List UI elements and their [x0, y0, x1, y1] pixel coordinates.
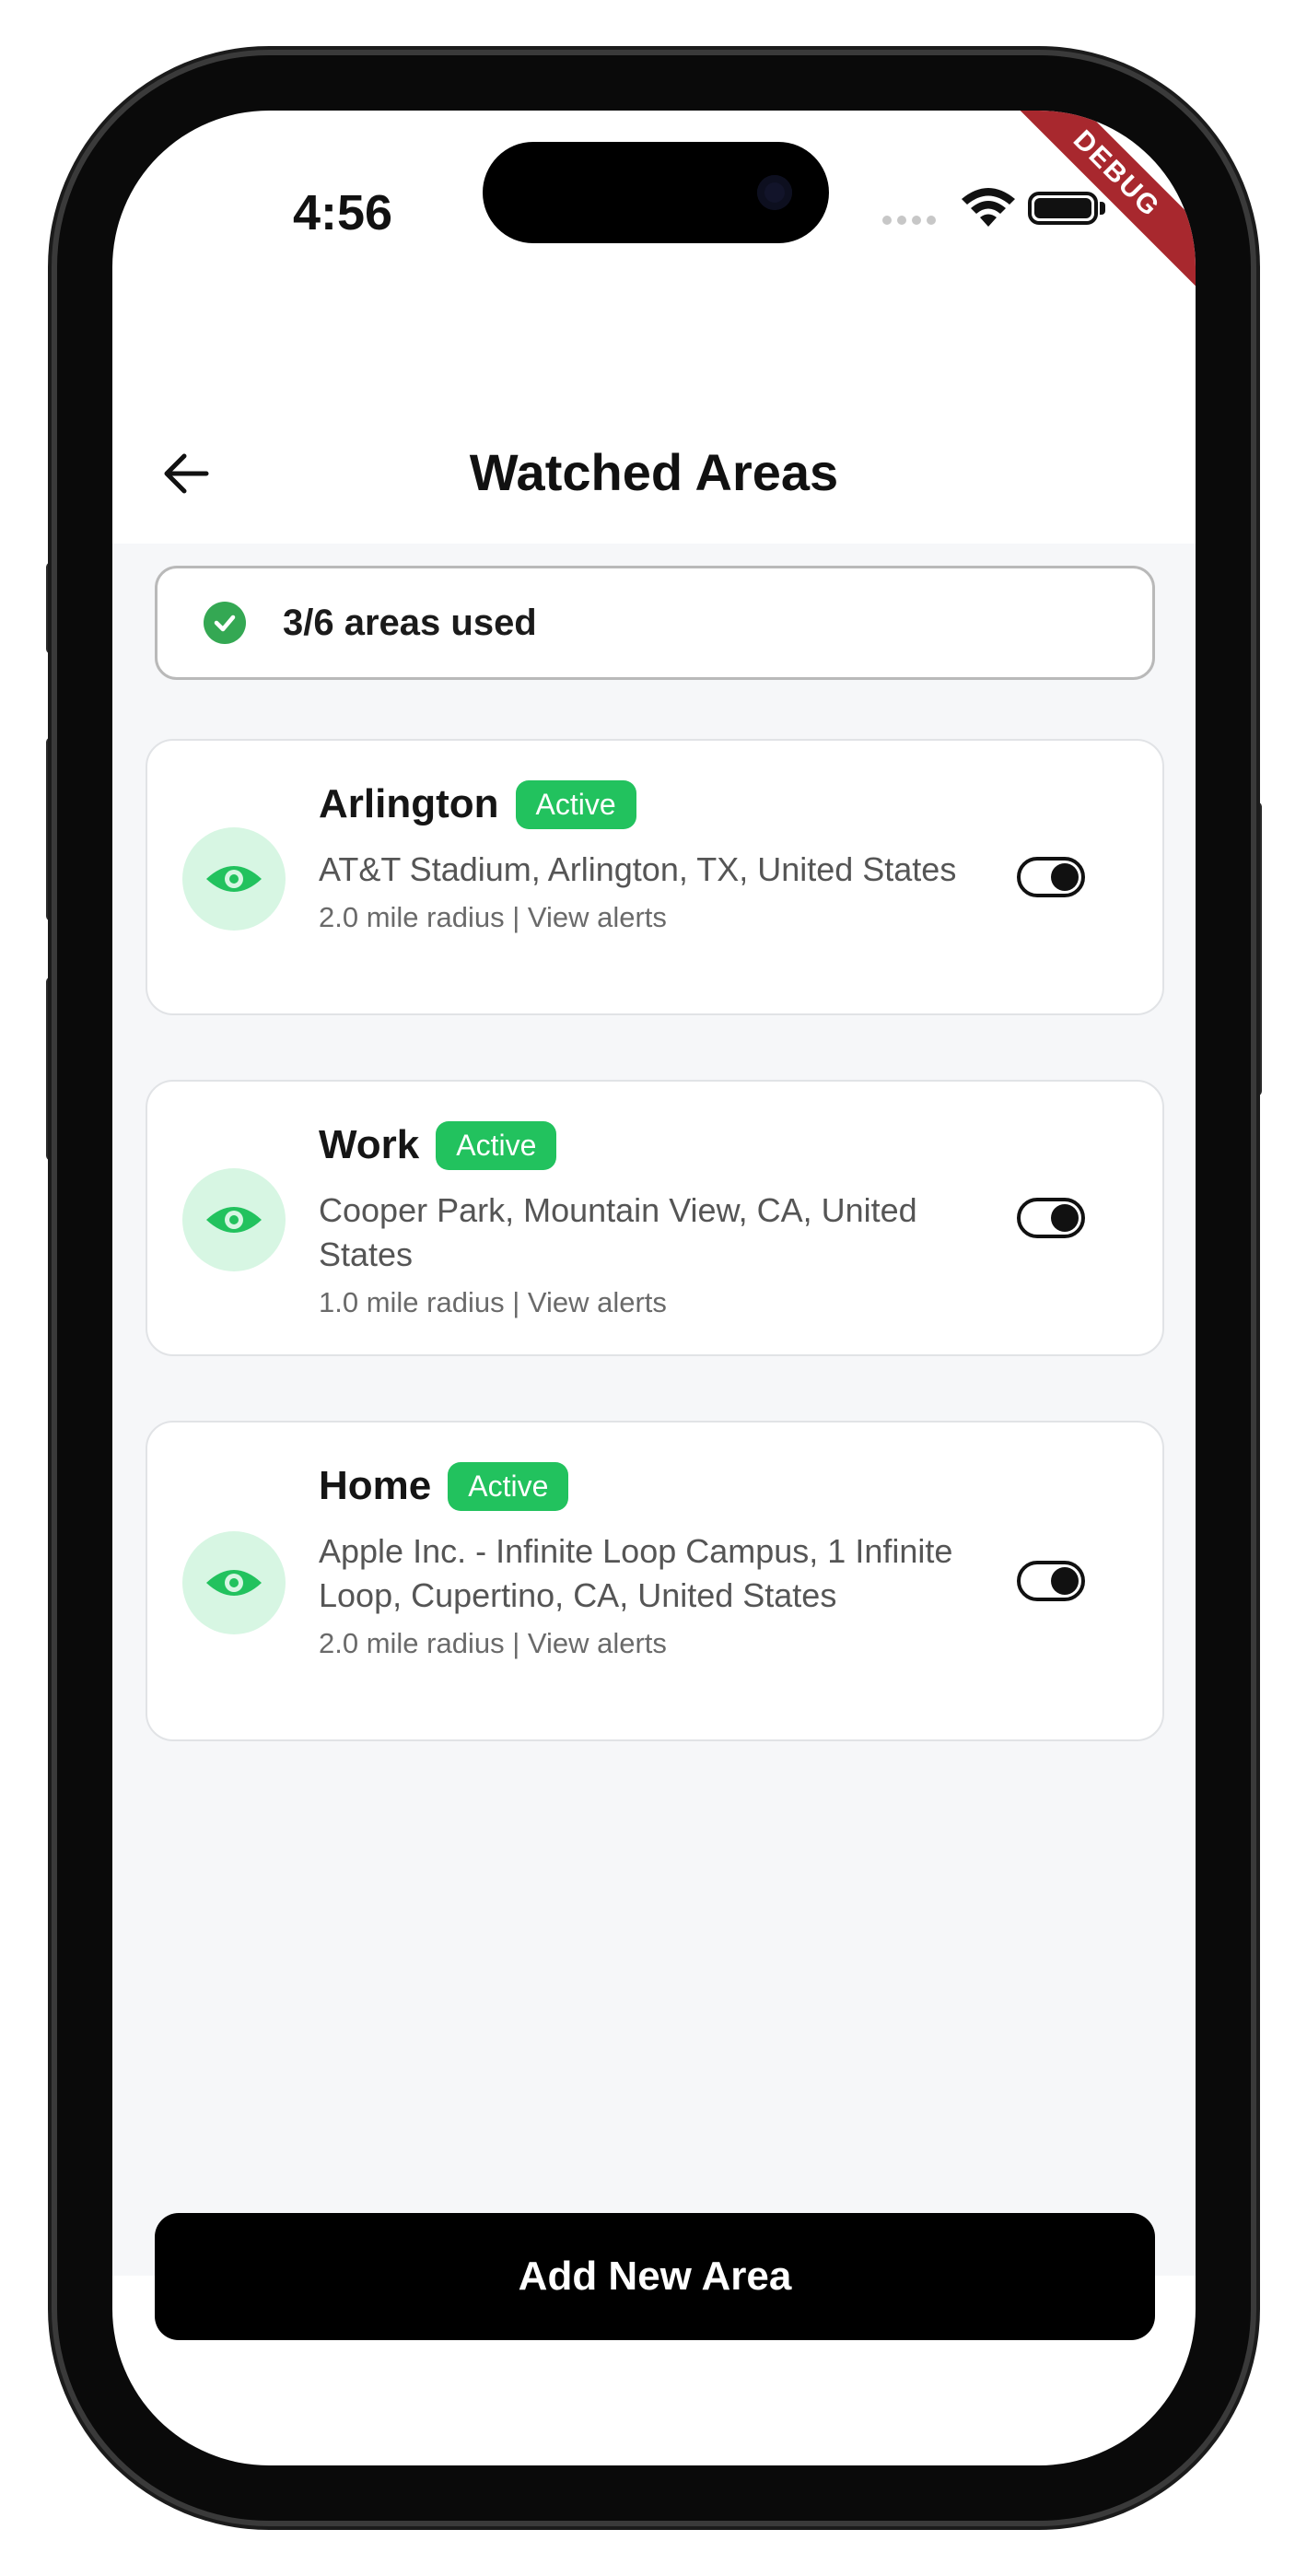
phone-screen: 4:56 DEBUG Watched Areas 3/6 areas used …: [112, 111, 1196, 2465]
usage-indicator: 3/6 areas used: [155, 566, 1155, 680]
area-card-home[interactable]: Home Active Apple Inc. - Infinite Loop C…: [146, 1421, 1164, 1741]
area-address: Apple Inc. - Infinite Loop Campus, 1 Inf…: [319, 1532, 953, 1614]
area-toggle[interactable]: [1017, 1198, 1085, 1238]
area-card-body: Home Active Apple Inc. - Infinite Loop C…: [319, 1459, 982, 1660]
battery-tip: [1100, 202, 1105, 215]
status-badge: Active: [448, 1461, 569, 1511]
area-name: Work: [319, 1122, 420, 1167]
usage-text: 3/6 areas used: [283, 602, 537, 643]
status-badge: Active: [515, 779, 636, 829]
area-card-head: Arlington Active: [319, 778, 982, 831]
status-badge: Active: [436, 1120, 557, 1170]
area-meta[interactable]: 1.0 mile radius | View alerts: [319, 1286, 982, 1319]
area-card-head: Home Active: [319, 1459, 982, 1513]
cellular-signal-icon: [882, 216, 936, 225]
area-address: AT&T Stadium, Arlington, TX, United Stat…: [319, 850, 957, 888]
page-title: Watched Areas: [469, 443, 839, 501]
wifi-icon: [962, 188, 1015, 227]
camera-icon: [757, 175, 792, 210]
area-meta[interactable]: 2.0 mile radius | View alerts: [319, 1627, 982, 1660]
area-card-work[interactable]: Work Active Cooper Park, Mountain View, …: [146, 1080, 1164, 1356]
eye-icon: [182, 1531, 286, 1634]
eye-icon: [182, 1168, 286, 1271]
dynamic-island: [483, 142, 829, 243]
area-name: Arlington: [319, 781, 499, 826]
area-card-body: Work Active Cooper Park, Mountain View, …: [319, 1118, 982, 1319]
eye-icon: [182, 827, 286, 931]
toggle-knob: [1051, 1204, 1079, 1232]
area-meta[interactable]: 2.0 mile radius | View alerts: [319, 901, 982, 934]
battery-icon: [1028, 192, 1098, 225]
page: 4:56 DEBUG Watched Areas 3/6 areas used …: [0, 0, 1307, 2576]
area-card-head: Work Active: [319, 1118, 982, 1172]
area-card-arlington[interactable]: Arlington Active AT&T Stadium, Arlington…: [146, 739, 1164, 1015]
area-toggle[interactable]: [1017, 1561, 1085, 1601]
toggle-knob: [1051, 863, 1079, 891]
check-circle-icon: [204, 602, 246, 644]
content-area: 3/6 areas used Arlington Active AT&T Sta…: [112, 544, 1196, 2276]
area-card-body: Arlington Active AT&T Stadium, Arlington…: [319, 778, 982, 934]
status-time: 4:56: [292, 185, 393, 240]
area-address: Cooper Park, Mountain View, CA, United S…: [319, 1191, 917, 1273]
toggle-knob: [1051, 1567, 1079, 1595]
add-new-area-button[interactable]: Add New Area: [155, 2213, 1155, 2340]
area-name: Home: [319, 1463, 432, 1508]
power-button: [1249, 802, 1262, 1096]
app-bar: Watched Areas: [112, 313, 1196, 544]
area-toggle[interactable]: [1017, 857, 1085, 897]
